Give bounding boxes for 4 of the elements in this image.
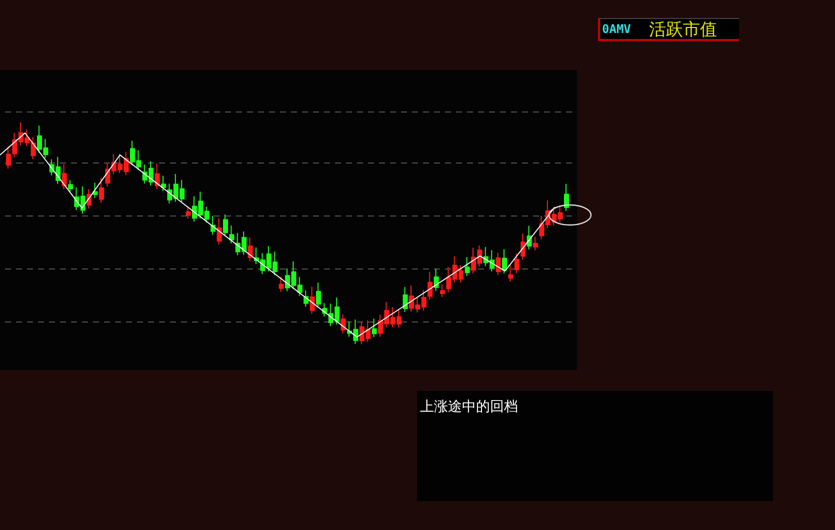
indicator-name: 活跃市值 bbox=[648, 20, 717, 38]
note-text: 上涨途中的回档 bbox=[420, 399, 519, 416]
highlight-ellipse bbox=[548, 204, 592, 226]
indicator-code: 0AMV bbox=[602, 21, 631, 38]
